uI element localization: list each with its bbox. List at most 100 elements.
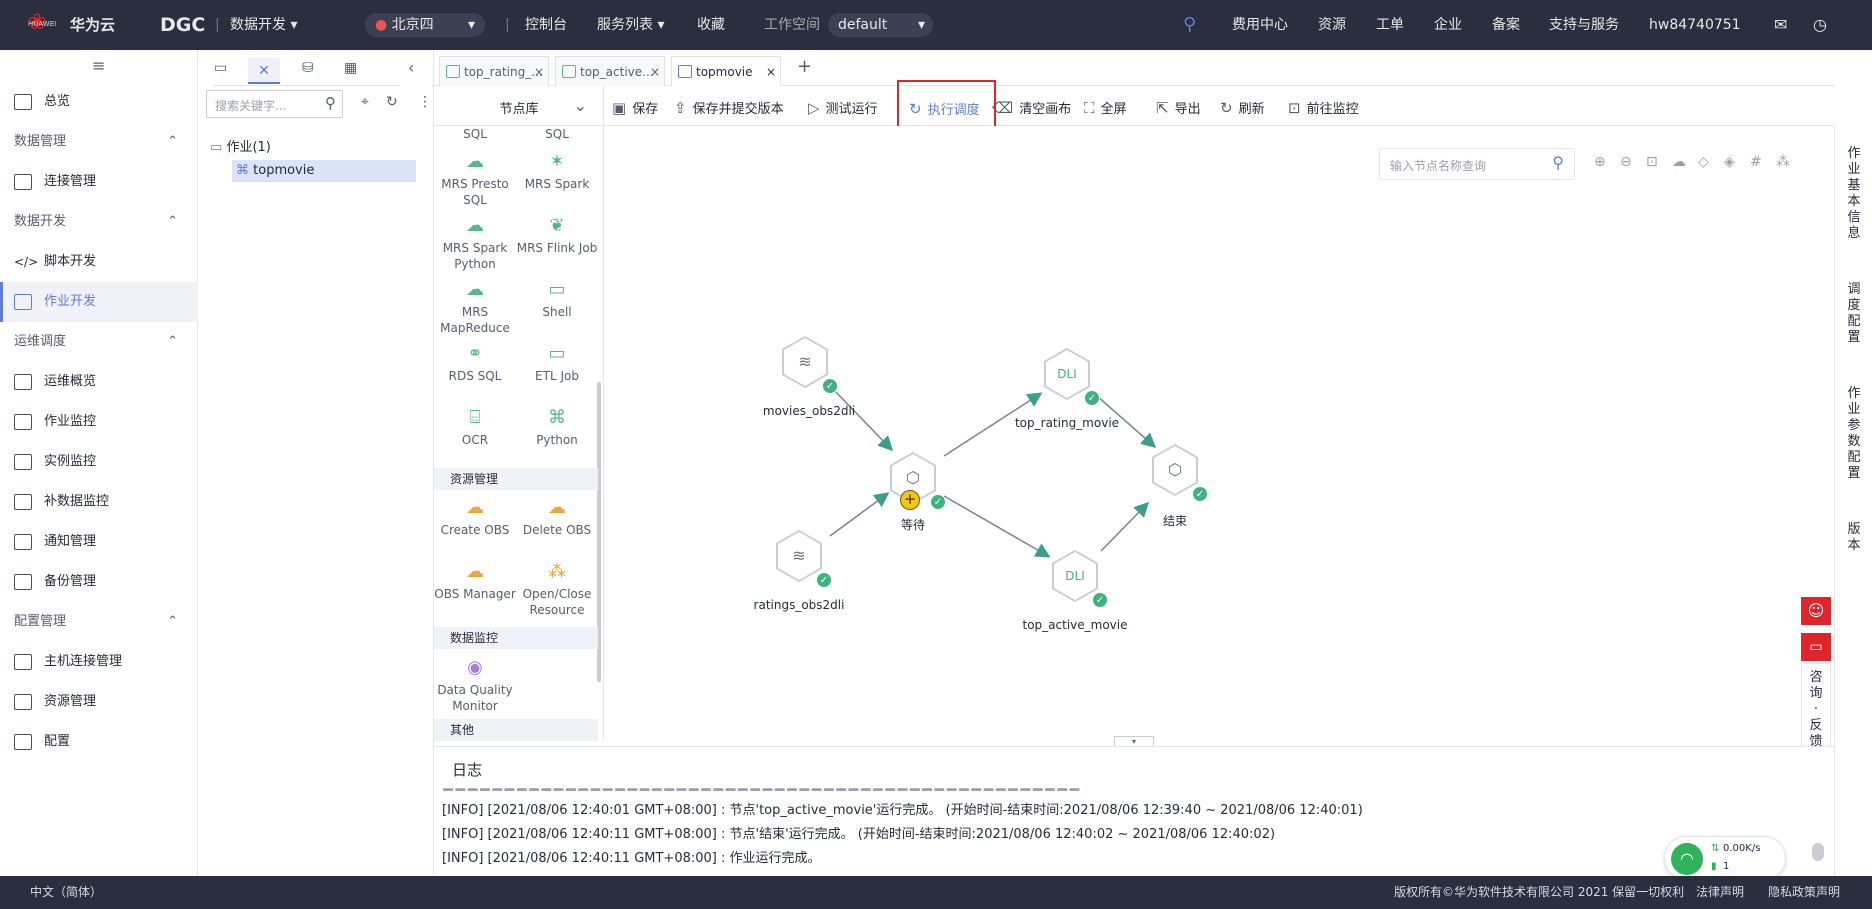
node-mrs-spark-python[interactable]: ☁ MRS Spark Python xyxy=(434,216,516,272)
collapse-left-icon[interactable]: ‹ xyxy=(408,58,414,77)
close-icon[interactable]: × xyxy=(534,57,544,86)
version-tab[interactable]: 版本 xyxy=(1845,522,1863,554)
dag-node-movies[interactable]: ≋ ✓ xyxy=(782,336,838,394)
node-sql[interactable]: SQL xyxy=(516,126,598,142)
job-params-tab[interactable]: 作业参数配置 xyxy=(1845,386,1863,482)
search-icon[interactable]: ⚲ xyxy=(325,94,336,112)
log-scrollbar[interactable] xyxy=(1812,843,1824,861)
locate-icon[interactable]: ⌖ xyxy=(361,94,369,110)
region-select[interactable]: ● 北京四 ▾ xyxy=(365,13,485,37)
tab-topmovie[interactable]: topmovie × xyxy=(671,56,781,86)
node-mrs-spark[interactable]: ✶ MRS Spark xyxy=(516,152,598,192)
sidebar-item-script-dev[interactable]: </> 脚本开发 xyxy=(0,242,198,282)
dag-node-ratings[interactable]: ≋ ✓ xyxy=(776,530,832,588)
service-list-dropdown[interactable]: 服务列表 ▾ xyxy=(597,0,664,50)
node-python[interactable]: ⌘ Python xyxy=(516,408,598,448)
workspace-select[interactable]: default ▾ xyxy=(828,13,933,37)
sidebar-item-resource-mgmt[interactable]: 资源管理 xyxy=(0,682,198,722)
close-icon[interactable]: × xyxy=(650,57,660,86)
tickets-link[interactable]: 工单 xyxy=(1376,0,1404,50)
log-toggle-handle[interactable]: ▾ xyxy=(1114,736,1154,746)
node-ocr[interactable]: ⌸ OCR xyxy=(434,408,516,448)
clear-canvas-button[interactable]: ⌫ 清空画布 xyxy=(992,86,1071,126)
product-name[interactable]: DGC xyxy=(160,0,205,50)
script-tab-icon[interactable]: ▭ xyxy=(214,60,227,76)
table-tab-icon[interactable]: ▦ xyxy=(344,60,357,76)
goto-monitor-button[interactable]: ⊡ 前往监控 xyxy=(1288,86,1359,126)
smile-feedback-icon[interactable]: ☺ xyxy=(1801,597,1831,625)
test-run-button[interactable]: ▷ 测试运行 xyxy=(808,86,878,126)
sidebar-item-overview[interactable]: 总览 xyxy=(0,82,198,122)
node-delete-obs[interactable]: ☁ Delete OBS xyxy=(516,498,598,538)
console-link[interactable]: 控制台 xyxy=(525,0,567,50)
favorites-link[interactable]: 收藏 xyxy=(697,0,725,50)
sidebar-item-host-conn-mgmt[interactable]: 主机连接管理 xyxy=(0,642,198,682)
more-icon[interactable]: ⋮ xyxy=(418,94,432,110)
node-mrs-presto[interactable]: ☁ MRS Presto SQL xyxy=(434,152,516,208)
mail-icon[interactable]: ✉ xyxy=(1774,0,1787,50)
refresh-icon[interactable]: ↻ xyxy=(386,94,398,110)
brand-name[interactable]: 华为云 xyxy=(70,0,115,50)
node-sql[interactable]: SQL xyxy=(434,126,516,142)
menu-collapse-icon[interactable]: ≡ xyxy=(92,56,105,75)
node-mrs-mapreduce[interactable]: ☁ MRS MapReduce xyxy=(434,280,516,336)
node-etl-job[interactable]: ▭ ETL Job xyxy=(516,344,598,384)
sidebar-item-job-dev[interactable]: 作业开发 xyxy=(0,282,198,322)
fullscreen-button[interactable]: ⛶ 全屏 xyxy=(1084,86,1127,126)
tree-search-input[interactable]: 搜索关键字... ⚲ xyxy=(206,90,343,118)
dag-canvas[interactable]: 输入节点名称查询 ⚲ ⊕ ⊖ ⊡ ☁ ◇ ◈ # ⁂ ≋ ✓ movies_obs… xyxy=(604,126,1834,746)
sidebar-item-patch-monitor[interactable]: 补数据监控 xyxy=(0,482,198,522)
sidebar-item-notify-mgmt[interactable]: 通知管理 xyxy=(0,522,198,562)
add-tab-icon[interactable]: + xyxy=(797,56,812,77)
tree-folder[interactable]: ▭ 作业(1) xyxy=(210,136,271,155)
close-icon[interactable]: × xyxy=(766,57,776,86)
privacy-link[interactable]: 隐私政策声明 xyxy=(1768,876,1840,909)
sidebar-group-config-mgmt[interactable]: 配置管理 ⌃ xyxy=(0,602,198,642)
sidebar-group-data-mgmt[interactable]: 数据管理 ⌃ xyxy=(0,122,198,162)
node-rds-sql[interactable]: ⚭ RDS SQL xyxy=(434,344,516,384)
save-submit-button[interactable]: ⇪ 保存并提交版本 xyxy=(674,86,784,126)
sidebar-group-data-dev[interactable]: 数据开发 ⌃ xyxy=(0,202,198,242)
sidebar-item-config[interactable]: 配置 xyxy=(0,722,198,762)
support-link[interactable]: 支持与服务 xyxy=(1549,0,1619,50)
language-select[interactable]: 中文（简体） xyxy=(30,876,102,909)
save-button[interactable]: ▣ 保存 xyxy=(612,86,658,126)
tree-job-item[interactable]: ⌘ topmovie xyxy=(232,160,416,182)
tab-top-rating[interactable]: top_rating_... × xyxy=(439,56,549,86)
chat-icon[interactable]: ▭ xyxy=(1801,633,1831,661)
icp-link[interactable]: 备案 xyxy=(1492,0,1520,50)
enterprise-link[interactable]: 企业 xyxy=(1434,0,1462,50)
node-data-quality-monitor[interactable]: ◉ Data Quality Monitor xyxy=(434,658,516,714)
sidebar-item-backup-mgmt[interactable]: 备份管理 xyxy=(0,562,198,602)
module-dropdown[interactable]: 数据开发 ▾ xyxy=(230,0,297,50)
database-tab-icon[interactable]: ⛁ xyxy=(302,60,314,76)
tab-top-active[interactable]: top_active... × xyxy=(555,56,665,86)
dag-node-top-rating[interactable]: DLI ✓ xyxy=(1044,348,1100,406)
node-create-obs[interactable]: ☁ Create OBS xyxy=(434,498,516,538)
sidebar-item-ops-overview[interactable]: 运维概览 xyxy=(0,362,198,402)
node-obs-manager[interactable]: ☁ OBS Manager xyxy=(434,562,516,602)
sidebar-item-job-monitor[interactable]: 作业监控 xyxy=(0,402,198,442)
dag-node-top-active[interactable]: DLI ✓ xyxy=(1052,550,1108,608)
export-button[interactable]: ⇱ 导出 xyxy=(1156,86,1201,126)
billing-link[interactable]: 费用中心 xyxy=(1232,0,1288,50)
schedule-config-tab[interactable]: 调度配置 xyxy=(1845,282,1863,346)
sidebar-item-conn-mgmt[interactable]: 连接管理 xyxy=(0,162,198,202)
dag-node-wait[interactable]: ⬡ ✓ + xyxy=(890,452,946,510)
sidebar-item-instance-monitor[interactable]: 实例监控 xyxy=(0,442,198,482)
legal-link[interactable]: 法律声明 xyxy=(1696,876,1744,909)
node-mrs-flink[interactable]: ❦ MRS Flink Job xyxy=(516,216,598,256)
library-header[interactable]: 节点库 ⌄ xyxy=(434,86,604,126)
resources-link[interactable]: 资源 xyxy=(1318,0,1346,50)
add-node-icon[interactable]: + xyxy=(900,490,920,510)
node-open-close-resource[interactable]: ⁂ Open/Close Resource xyxy=(516,562,598,618)
consult-feedback-button[interactable]: 咨询·反馈 xyxy=(1801,663,1831,755)
refresh-button[interactable]: ↻ 刷新 xyxy=(1220,86,1265,126)
job-basic-info-tab[interactable]: 作业基本信息 xyxy=(1845,146,1863,242)
dag-node-end[interactable]: ⬡ ✓ xyxy=(1152,444,1208,502)
job-tab-icon[interactable]: ✕ xyxy=(248,58,280,84)
node-shell[interactable]: ▭ Shell xyxy=(516,280,598,320)
search-icon[interactable]: ⚲ xyxy=(1183,0,1196,50)
clock-icon[interactable]: ◷ xyxy=(1813,0,1827,50)
user-account[interactable]: hw84740751 xyxy=(1649,0,1741,50)
